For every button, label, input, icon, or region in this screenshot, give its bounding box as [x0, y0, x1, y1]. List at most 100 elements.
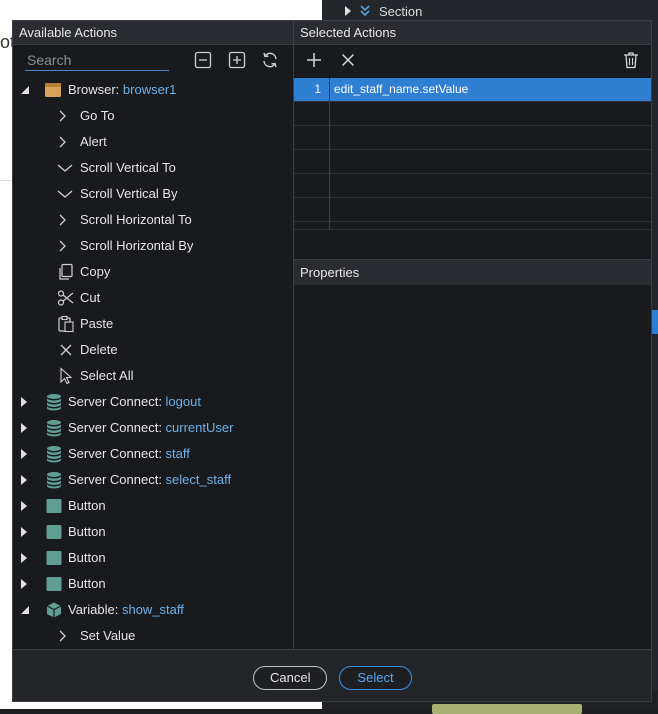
x-icon	[60, 344, 72, 356]
tree-item-label: Select All	[80, 368, 134, 383]
actions-dialog: Available Actions Browser: browser1	[12, 20, 652, 702]
chevrons-down-icon	[360, 5, 370, 17]
database-icon	[47, 420, 61, 437]
database-icon	[47, 394, 61, 411]
tree-item-browser[interactable]: Browser: browser1	[13, 77, 293, 103]
tree-item-value: browser1	[122, 82, 177, 97]
tree-item-set-value[interactable]: Set Value	[13, 623, 293, 649]
tree-item-label: Copy	[80, 264, 111, 279]
tree-item-label: Paste	[80, 316, 114, 331]
chevron-right-icon[interactable]	[59, 110, 67, 122]
tree-item-variable-show-staff[interactable]: Variable: show_staff	[13, 597, 293, 623]
expand-triangle-icon[interactable]	[21, 397, 27, 407]
table-row-empty[interactable]	[294, 198, 651, 222]
chevron-right-icon[interactable]	[59, 214, 67, 226]
actions-tree: Browser: browser1 Go To Alert Scroll Ver…	[13, 77, 293, 649]
tree-item-label: Scroll Vertical By	[80, 186, 178, 201]
selected-actions-title: Selected Actions	[294, 21, 651, 45]
tree-item-label: Delete	[80, 342, 118, 357]
tree-item-label: Button	[68, 524, 106, 539]
tree-item-go-to[interactable]: Go To	[13, 103, 293, 129]
collapse-triangle-icon[interactable]	[20, 605, 30, 615]
row-number: 1	[294, 78, 330, 102]
table-row[interactable]: 1 edit_staff_name.setValue	[294, 78, 651, 102]
properties-title: Properties	[294, 259, 651, 285]
cube-icon	[46, 602, 62, 618]
tree-item-button[interactable]: Button	[13, 519, 293, 545]
expand-arrow-icon	[345, 6, 351, 16]
tree-item-server-connect-logout[interactable]: Server Connect: logout	[13, 389, 293, 415]
database-icon	[47, 472, 61, 489]
tree-item-paste[interactable]: Paste	[13, 311, 293, 337]
tree-item-value: staff	[165, 446, 190, 461]
table-row-empty[interactable]	[294, 174, 651, 198]
tree-item-label: Cut	[80, 290, 101, 305]
expand-all-icon[interactable]	[228, 51, 246, 69]
table-row-empty[interactable]	[294, 222, 651, 230]
copy-icon	[59, 263, 73, 280]
tree-item-cut[interactable]: Cut	[13, 285, 293, 311]
chevron-down-icon[interactable]	[57, 190, 73, 198]
tree-item-server-connect-currentuser[interactable]: Server Connect: currentUser	[13, 415, 293, 441]
chevron-right-icon[interactable]	[59, 240, 67, 252]
dialog-footer: Cancel Select	[13, 649, 651, 701]
tree-item-label: Alert	[80, 134, 107, 149]
collapse-triangle-icon[interactable]	[20, 85, 30, 95]
tree-item-value: logout	[165, 394, 201, 409]
expand-triangle-icon[interactable]	[21, 501, 27, 511]
tree-item-scroll-vertical-to[interactable]: Scroll Vertical To	[13, 155, 293, 181]
search-input[interactable]	[25, 50, 169, 71]
tree-item-label: Button	[68, 498, 106, 513]
chevron-down-icon[interactable]	[57, 164, 73, 172]
chevron-right-icon[interactable]	[59, 136, 67, 148]
tree-item-label: Set Value	[80, 628, 136, 643]
tree-item-scroll-horizontal-by[interactable]: Scroll Horizontal By	[13, 233, 293, 259]
row-number-cell	[294, 150, 330, 174]
browser-icon	[45, 83, 61, 97]
tree-item-scroll-vertical-by[interactable]: Scroll Vertical By	[13, 181, 293, 207]
select-button[interactable]: Select	[339, 666, 412, 690]
tree-item-copy[interactable]: Copy	[13, 259, 293, 285]
refresh-icon[interactable]	[261, 51, 279, 69]
tree-item-value: show_staff	[121, 602, 184, 617]
chevron-right-icon[interactable]	[59, 630, 67, 642]
tree-item-label: Server Connect:	[68, 420, 166, 435]
tree-item-button[interactable]: Button	[13, 571, 293, 597]
cancel-button[interactable]: Cancel	[253, 666, 327, 690]
tree-item-label: Browser:	[68, 82, 123, 97]
background-pill	[432, 704, 582, 714]
tree-item-label: Scroll Vertical To	[80, 160, 176, 175]
properties-panel	[294, 285, 651, 649]
row-number-cell	[294, 126, 330, 150]
button-component-icon	[46, 499, 62, 513]
expand-triangle-icon[interactable]	[21, 475, 27, 485]
tree-item-label: Server Connect:	[68, 394, 166, 409]
remove-icon[interactable]	[339, 51, 357, 69]
expand-triangle-icon[interactable]	[21, 527, 27, 537]
tree-item-value: select_staff	[165, 472, 232, 487]
background-section-item[interactable]: Section	[345, 2, 422, 20]
tree-item-select-all[interactable]: Select All	[13, 363, 293, 389]
expand-triangle-icon[interactable]	[21, 553, 27, 563]
available-actions-title: Available Actions	[13, 21, 293, 45]
table-row-empty[interactable]	[294, 126, 651, 150]
available-toolbar	[13, 45, 293, 75]
tree-item-button[interactable]: Button	[13, 545, 293, 571]
tree-item-button[interactable]: Button	[13, 493, 293, 519]
add-icon[interactable]	[305, 51, 323, 69]
tree-item-delete[interactable]: Delete	[13, 337, 293, 363]
tree-item-server-connect-staff[interactable]: Server Connect: staff	[13, 441, 293, 467]
table-row-empty[interactable]	[294, 150, 651, 174]
database-icon	[47, 446, 61, 463]
tree-item-server-connect-select-staff[interactable]: Server Connect: select_staff	[13, 467, 293, 493]
tree-item-scroll-horizontal-to[interactable]: Scroll Horizontal To	[13, 207, 293, 233]
table-row-empty[interactable]	[294, 102, 651, 126]
collapse-all-icon[interactable]	[194, 51, 212, 69]
trash-icon[interactable]	[622, 51, 640, 69]
tree-item-label: Server Connect:	[68, 472, 166, 487]
expand-triangle-icon[interactable]	[21, 579, 27, 589]
tree-item-alert[interactable]: Alert	[13, 129, 293, 155]
row-number-cell	[294, 102, 330, 126]
expand-triangle-icon[interactable]	[21, 449, 27, 459]
expand-triangle-icon[interactable]	[21, 423, 27, 433]
